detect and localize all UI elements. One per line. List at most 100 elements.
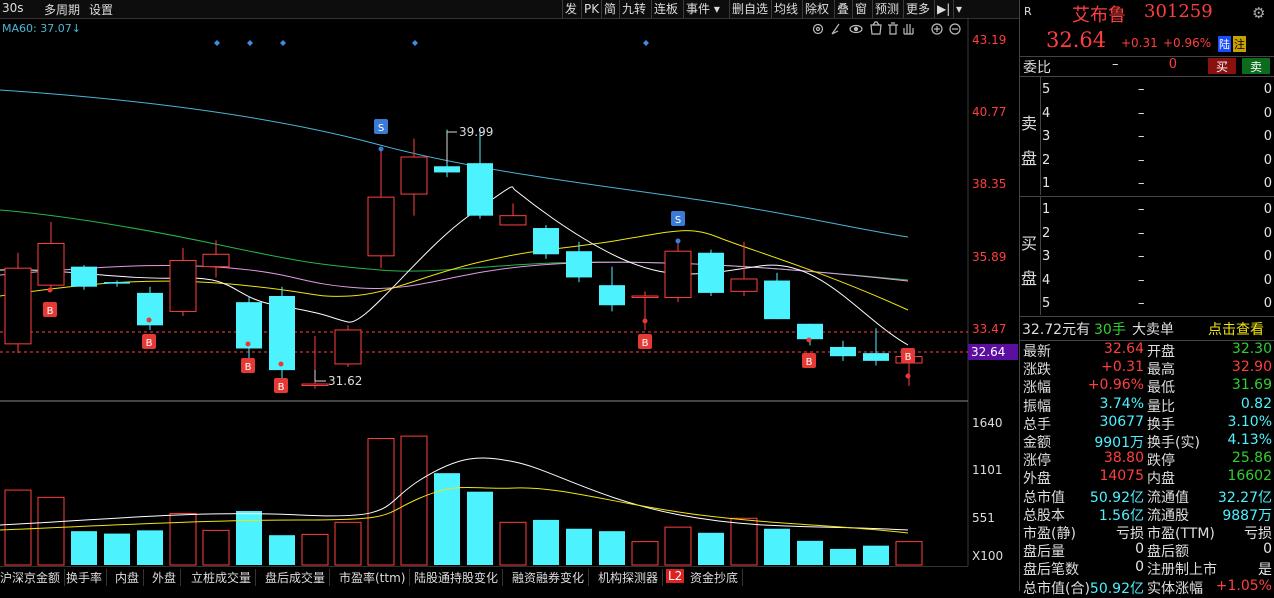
eye-icon[interactable] bbox=[849, 24, 863, 34]
high-price-label: 39.99 bbox=[459, 125, 493, 139]
volume-bar bbox=[467, 491, 493, 565]
tab-inner[interactable]: 内盘 bbox=[111, 569, 145, 586]
gear-icon[interactable]: ⚙ bbox=[1252, 4, 1265, 22]
sell-signal-icon[interactable]: S bbox=[374, 119, 388, 134]
buy-level-volume: 0 bbox=[1263, 225, 1272, 241]
tab-turnover[interactable]: 换手率 bbox=[62, 569, 108, 586]
tb-jiuzhuan-button[interactable]: 九转 bbox=[619, 0, 648, 18]
signal-dot bbox=[905, 373, 911, 379]
candle bbox=[698, 249, 724, 296]
candle bbox=[37, 221, 65, 289]
stat-value: 25.86 bbox=[1231, 450, 1272, 467]
event-marker[interactable] bbox=[247, 40, 253, 46]
candle-body bbox=[169, 259, 197, 312]
stat-row: 总股本 1.56亿 流通股 9887万 bbox=[1020, 505, 1274, 524]
stat-row: 市盈(静) 亏损 市盈(TTM) 亏损 bbox=[1020, 523, 1274, 542]
stat-label: 盘后额 bbox=[1147, 544, 1189, 561]
big-order-link[interactable]: 点击查看 bbox=[1208, 319, 1264, 339]
stat-value: 38.80 bbox=[1103, 450, 1144, 467]
buy-signal-icon[interactable]: B bbox=[274, 378, 288, 393]
signal-dot bbox=[806, 337, 812, 343]
stat-label: 金额 bbox=[1023, 435, 1051, 451]
trash-icon[interactable] bbox=[888, 22, 898, 35]
tb-fa-button[interactable]: 发 bbox=[562, 0, 579, 18]
price-change-pct: +0.96% bbox=[1163, 36, 1212, 50]
tb-exright-button[interactable]: 除权 bbox=[802, 0, 831, 18]
sell-level-volume: 0 bbox=[1263, 105, 1272, 121]
period-selector[interactable]: 30s bbox=[2, 1, 24, 15]
tab-amount[interactable]: 沪深京金额 bbox=[0, 569, 66, 586]
sell-button[interactable]: 卖 bbox=[1242, 58, 1270, 74]
stat-label: 跌停 bbox=[1147, 453, 1175, 470]
signal-dot bbox=[146, 317, 152, 323]
chart-toolbar: 30s 多周期 设置 发 PK 简 九转 连板 事件 ▾ 删自选 均线 除权 叠… bbox=[0, 0, 1019, 19]
stat-value: 亏损 bbox=[1244, 526, 1272, 542]
volume-bar bbox=[4, 489, 32, 566]
buy-signal-icon[interactable]: B bbox=[638, 334, 652, 349]
tb-pk-button[interactable]: PK bbox=[581, 0, 601, 18]
candle bbox=[499, 203, 527, 226]
tb-dropdown-button[interactable]: ▾ bbox=[953, 0, 964, 18]
weibi-value: 0 bbox=[1168, 57, 1177, 72]
buy-level-row: 1 – 0 bbox=[1020, 202, 1274, 220]
tab-pe-ttm[interactable]: 市盈率(ttm) bbox=[335, 569, 411, 586]
buy-signal-icon[interactable]: B bbox=[43, 302, 57, 317]
buy-signal-icon[interactable]: B bbox=[802, 353, 816, 368]
tab-fund-bottom[interactable]: 资金抄底 bbox=[686, 569, 744, 586]
quote-panel: R 艾布鲁 301259 ⚙ 32.64 +0.31 +0.96% 陆 注 委比… bbox=[1019, 0, 1274, 597]
zoom-out-icon[interactable] bbox=[949, 23, 961, 35]
zoom-in-icon[interactable] bbox=[931, 23, 943, 35]
settings-icon[interactable] bbox=[812, 23, 824, 35]
buy-signal-icon[interactable]: B bbox=[241, 358, 255, 373]
tb-events-button[interactable]: 事件 ▾ bbox=[683, 0, 722, 18]
tab-margin[interactable]: 融资融券变化 bbox=[508, 569, 590, 586]
tb-ma-button[interactable]: 均线 bbox=[771, 0, 800, 18]
candle-body bbox=[37, 242, 65, 286]
basket-icon[interactable] bbox=[870, 21, 882, 35]
volume-bar bbox=[664, 526, 692, 566]
current-price-label: 32.64 bbox=[971, 345, 1005, 359]
sell-signal-icon[interactable]: S bbox=[671, 211, 685, 226]
svg-text:S: S bbox=[378, 123, 384, 134]
tb-window-button[interactable]: 窗 bbox=[852, 0, 869, 18]
sell-level-volume: 0 bbox=[1263, 129, 1272, 144]
hand-icon[interactable] bbox=[903, 24, 914, 35]
tb-predict-button[interactable]: 预测 bbox=[872, 0, 901, 18]
svg-text:B: B bbox=[245, 362, 252, 373]
tab-northbound[interactable]: 陆股通持股变化 bbox=[410, 569, 504, 586]
tab-afterhours-volume[interactable]: 盘后成交量 bbox=[261, 569, 331, 586]
settings-button[interactable]: 设置 bbox=[89, 1, 113, 18]
event-marker[interactable] bbox=[412, 40, 418, 46]
stat-label: 总手 bbox=[1023, 416, 1051, 433]
tb-simple-button[interactable]: 简 bbox=[601, 0, 618, 18]
event-marker[interactable] bbox=[643, 40, 649, 46]
candle bbox=[467, 129, 493, 219]
buy-signal-icon[interactable]: B bbox=[901, 348, 915, 363]
tb-more-button[interactable]: 更多 bbox=[903, 0, 932, 18]
tb-remove-fav-button[interactable]: 删自选 bbox=[729, 0, 770, 18]
buy-button[interactable]: 买 bbox=[1208, 58, 1236, 74]
candle bbox=[863, 328, 889, 366]
volume-bar bbox=[499, 521, 527, 566]
multi-period-button[interactable]: 多周期 bbox=[44, 1, 80, 18]
candle-body bbox=[434, 166, 460, 173]
svg-text:B: B bbox=[47, 306, 54, 317]
low-price-label: 31.62 bbox=[328, 374, 362, 388]
event-marker[interactable] bbox=[280, 40, 286, 46]
candle-body bbox=[863, 353, 889, 361]
tab-institution[interactable]: 机构探测器 bbox=[594, 569, 664, 586]
tab-lizhuang-volume[interactable]: 立桩成交量 bbox=[187, 569, 257, 586]
tb-expand-button[interactable]: ▶| bbox=[934, 0, 952, 18]
tb-overlay-button[interactable]: 叠 bbox=[834, 0, 851, 18]
event-marker[interactable] bbox=[214, 40, 220, 46]
draw-icon[interactable] bbox=[831, 23, 840, 35]
sell-level-price: – bbox=[1138, 105, 1145, 121]
tab-outer[interactable]: 外盘 bbox=[148, 569, 182, 586]
stock-name: 艾布鲁 bbox=[1072, 5, 1126, 26]
buy-signal-icon[interactable]: B bbox=[142, 334, 156, 349]
sell-level-level: 5 bbox=[1042, 82, 1051, 97]
stat-label: 量比 bbox=[1147, 398, 1175, 415]
stat-label: 流通值 bbox=[1147, 489, 1189, 506]
stat-value: 50.92亿 bbox=[1089, 580, 1144, 597]
tb-lianban-button[interactable]: 连板 bbox=[651, 0, 680, 18]
